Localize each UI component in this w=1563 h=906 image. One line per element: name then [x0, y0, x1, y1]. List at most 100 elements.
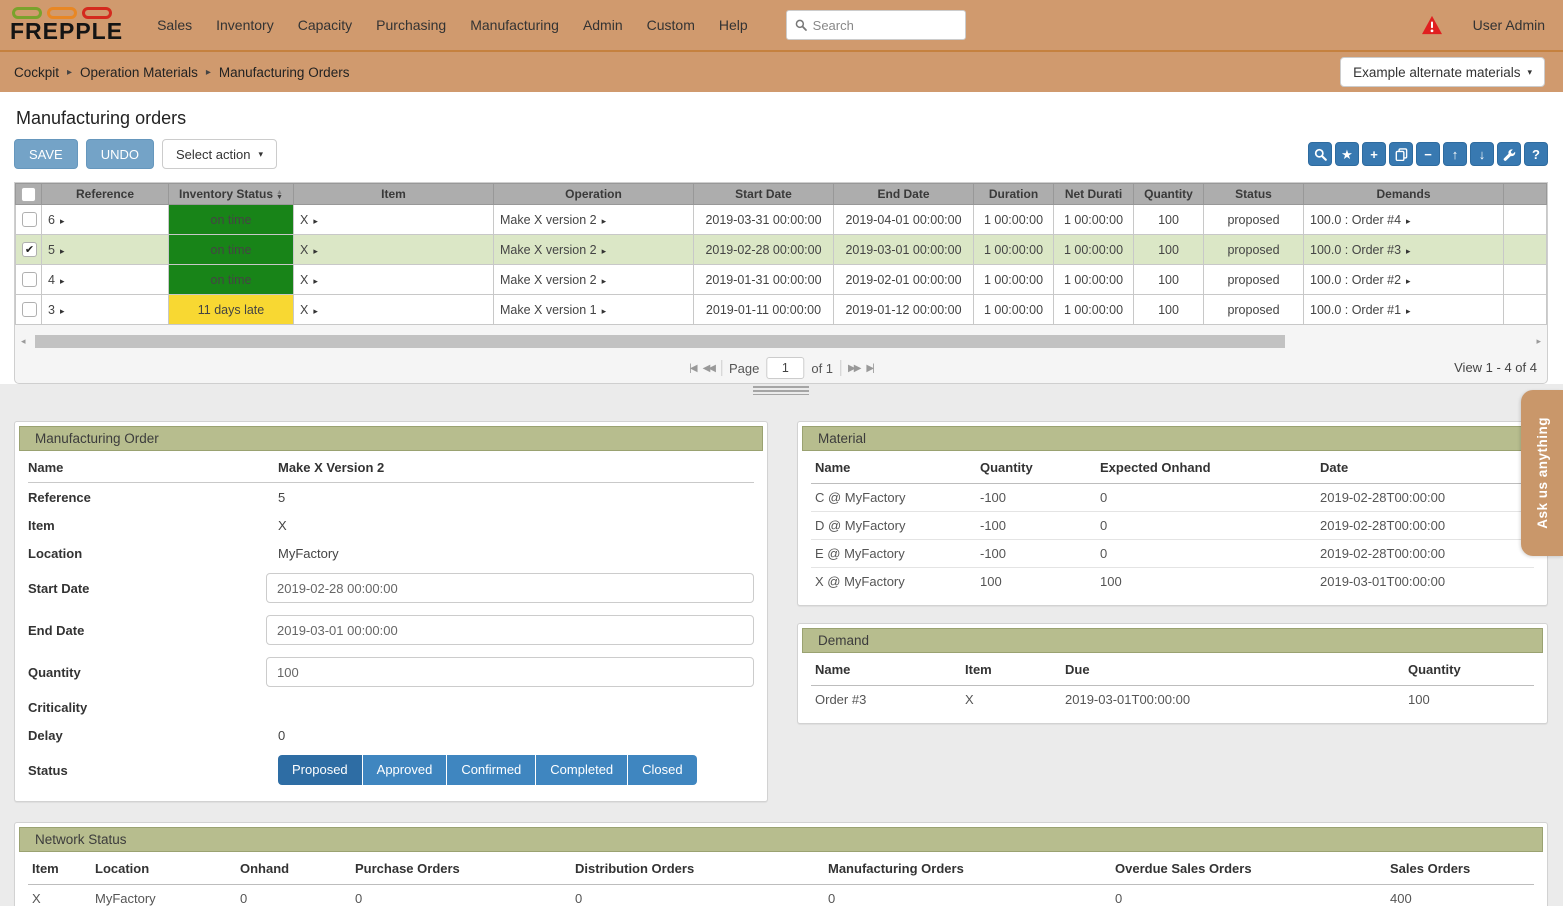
context-caret-icon[interactable]: ▸ — [602, 306, 607, 316]
scroll-left-icon[interactable]: ◂ — [21, 335, 26, 348]
menu-capacity[interactable]: Capacity — [286, 17, 364, 33]
grid-row: 6▸ on time X▸ Make X version 2▸ 2019-03-… — [16, 205, 1547, 235]
mo-quantity-label: Quantity — [28, 665, 266, 680]
status-option-completed[interactable]: Completed — [536, 755, 628, 785]
breadcrumb-cockpit[interactable]: Cockpit — [14, 65, 59, 80]
mo-delay-value: 0 — [278, 728, 754, 743]
select-all-checkbox[interactable] — [21, 187, 36, 202]
menu-admin[interactable]: Admin — [571, 17, 635, 33]
col-filler — [1504, 184, 1547, 205]
col-inventory-status[interactable]: Inventory Status▲▼ — [169, 184, 294, 205]
col-status[interactable]: Status — [1204, 184, 1304, 205]
network-status-panel-title: Network Status — [19, 827, 1543, 852]
status-option-confirmed[interactable]: Confirmed — [447, 755, 536, 785]
menu-manufacturing[interactable]: Manufacturing — [458, 17, 571, 33]
warning-icon[interactable] — [1421, 15, 1443, 35]
context-caret-icon[interactable]: ▸ — [60, 276, 65, 286]
search-filter-button[interactable] — [1308, 142, 1332, 166]
end-date-input[interactable] — [266, 615, 754, 645]
favorites-button[interactable]: ★ — [1335, 142, 1359, 166]
pager-prev-icon[interactable]: ◀◀ — [703, 363, 714, 374]
breadcrumb-operation-materials[interactable]: Operation Materials — [80, 65, 198, 80]
manufacturing-order-panel-title: Manufacturing Order — [19, 426, 763, 451]
context-caret-icon[interactable]: ▸ — [1406, 246, 1411, 256]
row-checkbox[interactable] — [22, 212, 37, 227]
row-checkbox[interactable] — [22, 302, 37, 317]
breadcrumb-manufacturing-orders[interactable]: Manufacturing Orders — [219, 65, 350, 80]
menu-purchasing[interactable]: Purchasing — [364, 17, 458, 33]
context-caret-icon[interactable]: ▸ — [602, 216, 607, 226]
context-caret-icon[interactable]: ▸ — [1406, 276, 1411, 286]
status-button-group: Proposed Approved Confirmed Completed Cl… — [278, 755, 754, 785]
status-option-approved[interactable]: Approved — [363, 755, 448, 785]
context-caret-icon[interactable]: ▸ — [60, 246, 65, 256]
context-caret-icon[interactable]: ▸ — [1406, 306, 1411, 316]
customize-wrench-button[interactable] — [1497, 142, 1521, 166]
delete-rows-button[interactable]: − — [1416, 142, 1440, 166]
resize-grip-handle[interactable] — [753, 386, 809, 395]
add-row-button[interactable]: + — [1362, 142, 1386, 166]
context-caret-icon[interactable]: ▸ — [60, 216, 65, 226]
pager-first-icon[interactable]: |◀ — [689, 363, 695, 374]
scrollbar-thumb[interactable] — [35, 335, 1285, 348]
quantity-input[interactable] — [266, 657, 754, 687]
scroll-right-icon[interactable]: ▸ — [1536, 335, 1541, 348]
mo-end-date-label: End Date — [28, 623, 266, 638]
context-caret-icon[interactable]: ▸ — [602, 276, 607, 286]
inventory-status-badge: 11 days late — [169, 295, 294, 325]
mo-delay-label: Delay — [28, 728, 278, 743]
row-checkbox[interactable] — [22, 272, 37, 287]
context-caret-icon[interactable]: ▸ — [1406, 216, 1411, 226]
menu-inventory[interactable]: Inventory — [204, 17, 286, 33]
grid-header-row: Reference Inventory Status▲▼ Item Operat… — [16, 184, 1547, 205]
material-col-date: Date — [1316, 453, 1534, 483]
import-button[interactable]: ↑ — [1443, 142, 1467, 166]
material-row: C @ MyFactory-10002019-02-28T00:00:00 — [811, 483, 1534, 511]
undo-button[interactable]: UNDO — [86, 139, 154, 169]
chevron-down-icon: ▾ — [258, 149, 263, 160]
col-duration[interactable]: Duration — [974, 184, 1054, 205]
export-button[interactable]: ↓ — [1470, 142, 1494, 166]
network-col-location: Location — [91, 854, 236, 884]
example-alternate-materials-dropdown[interactable]: Example alternate materials ▾ — [1340, 57, 1545, 87]
select-action-dropdown[interactable]: Select action ▾ — [162, 139, 277, 169]
context-caret-icon[interactable]: ▸ — [313, 246, 318, 256]
save-button[interactable]: SAVE — [14, 139, 78, 169]
horizontal-scrollbar: ◂ ▸ — [19, 335, 1543, 348]
col-reference[interactable]: Reference — [42, 184, 169, 205]
col-net-duration[interactable]: Net Durati — [1054, 184, 1134, 205]
copy-rows-button[interactable] — [1389, 142, 1413, 166]
select-all-header[interactable] — [16, 184, 42, 205]
pager-last-icon[interactable]: ▶| — [866, 363, 872, 374]
col-item[interactable]: Item — [294, 184, 494, 205]
grid-row-selected: ✔ 5▸ on time X▸ Make X version 2▸ 2019-0… — [16, 235, 1547, 265]
context-caret-icon[interactable]: ▸ — [60, 306, 65, 316]
context-caret-icon[interactable]: ▸ — [313, 276, 318, 286]
col-operation[interactable]: Operation — [494, 184, 694, 205]
pager-next-icon[interactable]: ▶▶ — [848, 363, 859, 374]
status-option-proposed[interactable]: Proposed — [278, 755, 363, 785]
menu-sales[interactable]: Sales — [145, 17, 204, 33]
ask-us-anything-tab[interactable]: Ask us anything — [1521, 390, 1563, 556]
menu-custom[interactable]: Custom — [635, 17, 707, 33]
status-option-closed[interactable]: Closed — [628, 755, 696, 785]
menu-help[interactable]: Help — [707, 17, 760, 33]
inventory-status-badge: on time — [169, 265, 294, 295]
help-button[interactable]: ? — [1524, 142, 1548, 166]
start-date-input[interactable] — [266, 573, 754, 603]
material-col-quantity: Quantity — [976, 453, 1096, 483]
col-end-date[interactable]: End Date — [834, 184, 974, 205]
page-number-input[interactable] — [766, 357, 804, 379]
frepple-logo[interactable]: FREPPLE — [10, 5, 123, 44]
context-caret-icon[interactable]: ▸ — [313, 306, 318, 316]
row-checkbox-checked[interactable]: ✔ — [22, 242, 37, 257]
col-start-date[interactable]: Start Date — [694, 184, 834, 205]
context-caret-icon[interactable]: ▸ — [313, 216, 318, 226]
col-quantity[interactable]: Quantity — [1134, 184, 1204, 205]
col-demands[interactable]: Demands — [1304, 184, 1504, 205]
material-row: D @ MyFactory-10002019-02-28T00:00:00 — [811, 511, 1534, 539]
search-input[interactable] — [813, 18, 957, 33]
context-caret-icon[interactable]: ▸ — [602, 246, 607, 256]
mo-location-value: MyFactory — [278, 546, 754, 561]
user-menu[interactable]: User Admin — [1473, 17, 1545, 33]
